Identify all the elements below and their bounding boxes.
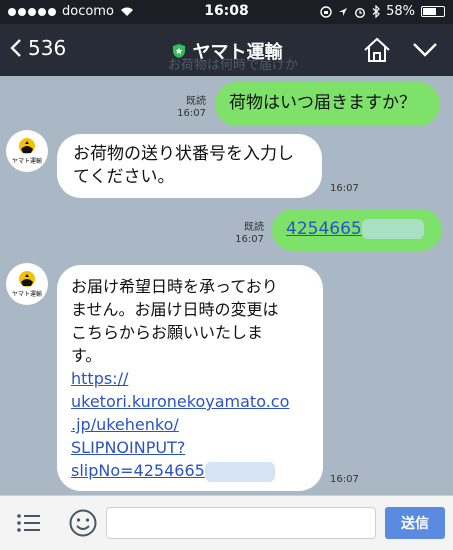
message-time: 16:07 [330, 474, 359, 485]
status-bar: docomo 16:08 58% [0, 0, 453, 24]
list-menu-icon [17, 514, 40, 532]
read-receipt: 既読 [186, 96, 206, 107]
home-icon [364, 37, 390, 62]
message-line: こちらからお願いいたしま [71, 323, 264, 342]
message-bubble-incoming[interactable]: お荷物の送り状番号を入力し てください。 [57, 134, 322, 198]
message-time: 16:07 [177, 108, 206, 119]
change-delivery-link[interactable]: SLIPNOINPUT? [71, 436, 309, 459]
message-meta: 既読 16:07 [174, 96, 206, 120]
bluetooth-icon [372, 5, 380, 18]
official-account-icon [172, 44, 185, 58]
emoji-button[interactable] [68, 508, 98, 542]
battery-icon [421, 6, 445, 17]
change-delivery-link[interactable]: slipNo=4254665 [71, 461, 205, 480]
yamato-logo-icon: ヤマト運輸 [12, 138, 42, 165]
redacted-blur [361, 219, 424, 239]
read-receipt: 既読 [244, 222, 264, 233]
avatar[interactable]: ヤマト運輸 [6, 130, 48, 172]
chat-header: 536 お荷物は何時で届けか ヤマト運輸 [0, 24, 453, 76]
message-bubble-outgoing[interactable]: 荷物はいつ届きますか？ [215, 82, 440, 126]
message-time: 16:07 [235, 234, 264, 245]
message-bubble-outgoing[interactable]: 4254665 [272, 209, 442, 251]
message-time: 16:07 [330, 183, 359, 194]
message-line: す。 [71, 346, 102, 365]
svg-text:ヤマト運輸: ヤマト運輸 [12, 290, 42, 298]
chat-title-text: ヤマト運輸 [192, 42, 283, 63]
svg-text:ヤマト運輸: ヤマト運輸 [12, 157, 42, 165]
message-text: 荷物はいつ届きますか？ [229, 93, 416, 113]
menu-button[interactable] [16, 512, 42, 538]
message-line: お荷物の送り状番号を入力し [73, 144, 294, 164]
input-bar: 送信 [0, 495, 453, 550]
chevron-down-icon [413, 43, 437, 57]
message-line: ません。お届け日時の変更は [71, 300, 279, 319]
alarm-icon [355, 7, 366, 18]
tracking-number-link[interactable]: 4254665 [286, 219, 362, 239]
message-meta: 既読 16:07 [232, 222, 264, 246]
home-button[interactable] [362, 37, 392, 67]
send-button[interactable]: 送信 [385, 507, 445, 539]
change-delivery-link[interactable]: https:// [71, 367, 309, 390]
redacted-blur [204, 461, 275, 482]
message-bubble-incoming[interactable]: お届け希望日時を承っており ません。お届け日時の変更は こちらからお願いいたしま… [57, 265, 323, 491]
location-icon [339, 7, 348, 16]
smiley-icon [69, 509, 97, 537]
lock-rotation-icon [320, 5, 332, 18]
chat-area[interactable]: 既読 16:07 荷物はいつ届きますか？ ヤマト運輸 お荷物の送り状番号を入力し… [0, 76, 453, 495]
avatar[interactable]: ヤマト運輸 [6, 263, 48, 305]
message-line: お届け希望日時を承っており [71, 277, 278, 296]
change-delivery-link[interactable]: uketori.kuronekoyamato.co [71, 390, 309, 413]
message-input[interactable] [106, 507, 376, 539]
message-line: てください。 [73, 167, 175, 187]
change-delivery-link[interactable]: .jp/ukehenko/ [71, 413, 309, 436]
menu-dropdown-button[interactable] [412, 42, 438, 62]
status-right: 58% [320, 4, 445, 19]
yamato-logo-icon: ヤマト運輸 [12, 271, 42, 298]
battery-percent: 58% [386, 4, 415, 19]
